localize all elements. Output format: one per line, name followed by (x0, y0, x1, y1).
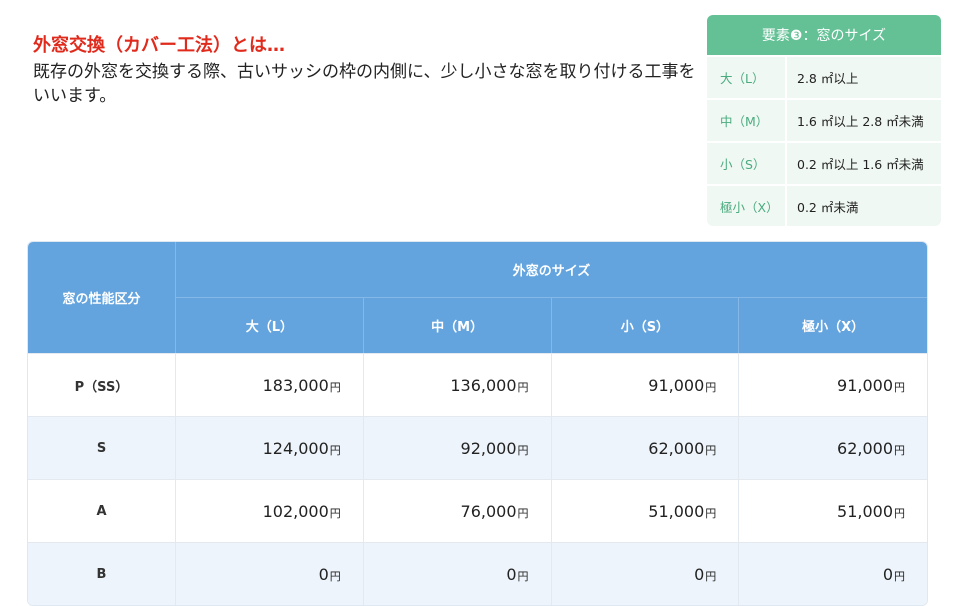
subsidy-price-table: 窓の性能区分 外窓のサイズ 大（L） 中（M） 小（S） 極小（X） P（SS）… (27, 241, 928, 606)
price-value: 92,000 (460, 438, 517, 458)
price-cell: 51,000円 (739, 479, 927, 542)
size-group-header: 外窓のサイズ (176, 242, 927, 298)
performance-category: S (28, 416, 176, 479)
size-key: 極小（X） (720, 200, 779, 215)
price-cell: 183,000円 (176, 353, 364, 416)
size-header-large: 大（L） (176, 298, 364, 353)
price-unit: 円 (329, 569, 341, 583)
price-value: 0 (694, 564, 705, 584)
price-cell: 136,000円 (363, 353, 552, 416)
category-header: 窓の性能区分 (28, 242, 176, 353)
price-cell: 92,000円 (363, 416, 552, 479)
price-cell: 62,000円 (551, 416, 740, 479)
price-value: 76,000 (460, 501, 517, 521)
price-unit: 円 (517, 569, 529, 583)
price-cell: 51,000円 (551, 479, 740, 542)
size-row-small: 小（S） 0.2 ㎡以上 1.6 ㎡未満 (707, 141, 941, 184)
price-cell: 124,000円 (176, 416, 364, 479)
size-row-extra-small: 極小（X） 0.2 ㎡未満 (707, 184, 941, 226)
price-unit: 円 (705, 569, 717, 583)
price-cell: 91,000円 (551, 353, 740, 416)
price-cell: 0円 (551, 542, 740, 605)
price-unit: 円 (894, 443, 905, 457)
size-header-small: 小（S） (551, 298, 740, 353)
price-cell: 0円 (363, 542, 552, 605)
price-cell: 0円 (176, 542, 364, 605)
price-value: 51,000 (837, 501, 893, 521)
price-unit: 円 (705, 380, 717, 394)
price-unit: 円 (894, 569, 905, 583)
price-cell: 62,000円 (739, 416, 927, 479)
price-unit: 円 (329, 506, 341, 520)
performance-category: A (28, 479, 176, 542)
size-key: 中（M） (720, 114, 769, 129)
price-cell: 0円 (739, 542, 927, 605)
table-row: A 102,000円 76,000円 51,000円 51,000円 (28, 479, 927, 542)
price-unit: 円 (329, 380, 341, 394)
size-row-medium: 中（M） 1.6 ㎡以上 2.8 ㎡未満 (707, 98, 941, 141)
size-key: 大（L） (720, 71, 765, 86)
price-cell: 76,000円 (363, 479, 552, 542)
size-header-medium: 中（M） (363, 298, 552, 353)
price-cell: 102,000円 (176, 479, 364, 542)
price-value: 0 (882, 564, 893, 584)
price-unit: 円 (329, 443, 341, 457)
price-value: 183,000 (262, 375, 329, 395)
price-value: 62,000 (837, 438, 893, 458)
size-value: 0.2 ㎡以上 1.6 ㎡未満 (785, 143, 941, 184)
price-unit: 円 (517, 506, 529, 520)
window-size-box-title: 要素❸：窓のサイズ (707, 15, 941, 55)
window-size-box: 要素❸：窓のサイズ 大（L） 2.8 ㎡以上 中（M） 1.6 ㎡以上 2.8 … (707, 15, 941, 226)
performance-category: P（SS） (28, 353, 176, 416)
price-unit: 円 (705, 506, 717, 520)
price-value: 91,000 (648, 375, 705, 395)
price-cell: 91,000円 (739, 353, 927, 416)
price-value: 51,000 (648, 501, 705, 521)
price-value: 0 (318, 564, 329, 584)
price-unit: 円 (894, 380, 905, 394)
size-value: 0.2 ㎡未満 (785, 186, 941, 226)
table-row: S 124,000円 92,000円 62,000円 62,000円 (28, 416, 927, 479)
price-value: 91,000 (837, 375, 893, 395)
performance-category: B (28, 542, 176, 605)
price-unit: 円 (517, 443, 529, 457)
table-row: P（SS） 183,000円 136,000円 91,000円 91,000円 (28, 353, 927, 416)
intro-title: 外窓交換（カバー工法）とは… (33, 35, 285, 56)
price-value: 102,000 (262, 501, 329, 521)
intro-section: 外窓交換（カバー工法）とは… 既存の外窓を交換する際、古いサッシの枠の内側に、少… (33, 34, 703, 108)
intro-body: 既存の外窓を交換する際、古いサッシの枠の内側に、少し小さな窓を取り付ける工事をい… (33, 62, 696, 106)
size-key: 小（S） (720, 157, 766, 172)
price-value: 0 (506, 564, 517, 584)
size-header-extra-small: 極小（X） (739, 298, 927, 353)
price-unit: 円 (894, 506, 905, 520)
size-value: 2.8 ㎡以上 (785, 57, 941, 98)
size-row-large: 大（L） 2.8 ㎡以上 (707, 55, 941, 98)
price-unit: 円 (517, 380, 529, 394)
price-unit: 円 (705, 443, 717, 457)
price-value: 136,000 (450, 375, 517, 395)
price-value: 62,000 (648, 438, 705, 458)
table-row: B 0円 0円 0円 0円 (28, 542, 927, 605)
price-value: 124,000 (262, 438, 329, 458)
size-value: 1.6 ㎡以上 2.8 ㎡未満 (785, 100, 941, 141)
